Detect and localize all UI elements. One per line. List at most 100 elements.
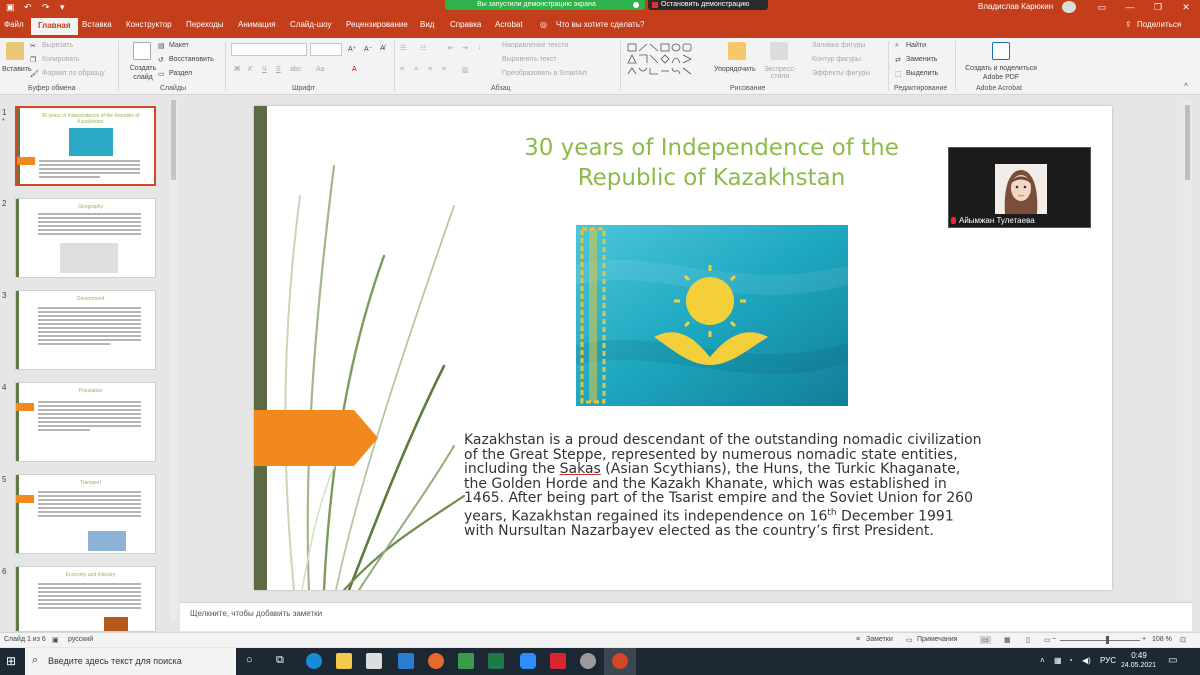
notes-toggle-button[interactable]: Заметки — [866, 636, 893, 643]
cortana-icon[interactable]: ○ — [246, 654, 253, 666]
tray-chevron-icon[interactable]: ˄ — [1040, 656, 1045, 665]
align-left-icon[interactable]: ≡ — [400, 66, 404, 73]
quick-styles-button[interactable]: Экспресс-стили — [762, 66, 798, 80]
mail-icon[interactable] — [398, 653, 414, 669]
file-explorer-icon[interactable] — [336, 653, 352, 669]
clear-format-icon[interactable]: A̸ — [380, 45, 385, 52]
close-icon[interactable]: ✕ — [1172, 0, 1200, 15]
account-name[interactable]: Владислав Карюкин — [978, 2, 1053, 11]
tab-design[interactable]: Конструктор — [126, 20, 172, 29]
thumbnail-slide-3[interactable]: Government — [15, 290, 156, 370]
bold-button[interactable]: Ж — [234, 66, 240, 73]
align-center-icon[interactable]: ≡ — [414, 66, 418, 73]
new-slide-icon[interactable] — [133, 42, 151, 60]
arrange-button[interactable]: Упорядочить — [714, 66, 756, 73]
restore-icon[interactable]: ❐ — [1144, 0, 1172, 15]
store-icon[interactable] — [366, 653, 382, 669]
language-indicator[interactable]: русский — [68, 636, 93, 643]
reading-view-icon[interactable]: ▯ — [1026, 636, 1030, 644]
replace-button[interactable]: Заменить — [906, 56, 937, 63]
shape-effects-button[interactable]: Эффекты фигуры — [812, 70, 870, 77]
increase-font-icon[interactable]: A⁺ — [348, 45, 356, 53]
tab-insert[interactable]: Вставка — [82, 20, 112, 29]
tab-animations[interactable]: Анимация — [238, 20, 276, 29]
minimize-icon[interactable]: — — [1116, 0, 1144, 15]
firefox-icon[interactable] — [428, 653, 444, 669]
tab-view[interactable]: Вид — [420, 20, 434, 29]
thumbnails-scrollbar[interactable] — [170, 100, 177, 620]
font-name-field[interactable] — [231, 43, 307, 56]
zoom-slider[interactable] — [1060, 640, 1140, 641]
italic-button[interactable]: К — [248, 66, 252, 73]
edge-icon[interactable] — [306, 653, 322, 669]
windows-start-icon[interactable]: ⊞ — [6, 654, 16, 668]
notes-pane[interactable]: Щелкните, чтобы добавить заметки — [180, 602, 1192, 631]
paste-button[interactable]: Вставить — [2, 66, 32, 73]
paste-icon[interactable] — [6, 42, 24, 60]
zoom-in-icon[interactable]: + — [1142, 636, 1146, 643]
scrollbar-thumb[interactable] — [1185, 105, 1190, 180]
copy-button[interactable]: Копировать — [42, 56, 80, 63]
zoom-app-icon[interactable] — [520, 653, 536, 669]
slide-scrollbar[interactable] — [1183, 100, 1192, 600]
input-language[interactable]: РУС — [1100, 656, 1116, 665]
spellcheck-icon[interactable]: ▣ — [52, 636, 59, 644]
align-text-button[interactable]: Выровнять текст — [502, 56, 557, 63]
notification-center-icon[interactable]: ▭ — [1168, 655, 1177, 666]
share-button[interactable]: Поделиться — [1137, 20, 1181, 29]
tab-help[interactable]: Справка — [450, 20, 481, 29]
spreadsheet-app-icon[interactable] — [458, 653, 474, 669]
tab-review[interactable]: Рецензирование — [346, 20, 408, 29]
quick-styles-icon[interactable] — [770, 42, 788, 60]
align-right-icon[interactable]: ≡ — [428, 66, 432, 73]
task-view-icon[interactable]: ⧉ — [276, 654, 284, 667]
tab-slideshow[interactable]: Слайд-шоу — [290, 20, 331, 29]
volume-icon[interactable]: ◀) — [1082, 656, 1091, 665]
ribbon-display-options-icon[interactable]: ▭ — [1088, 0, 1116, 15]
thumbnail-slide-2[interactable]: Geography — [15, 198, 156, 278]
powerpoint-task-active[interactable] — [604, 648, 636, 675]
convert-smartart-button[interactable]: Преобразовать в SmartArt — [502, 70, 587, 77]
save-icon[interactable]: ▣ — [6, 2, 15, 13]
tab-home[interactable]: Главная — [31, 18, 78, 35]
select-button[interactable]: Выделить — [906, 70, 938, 77]
columns-icon[interactable]: ▥ — [462, 66, 469, 74]
decrease-font-icon[interactable]: A⁻ — [364, 45, 372, 53]
line-spacing-icon[interactable]: ↕ — [478, 44, 482, 51]
slide-sorter-icon[interactable]: ▦ — [1004, 636, 1011, 644]
thumbnail-slide-1[interactable]: 30 years of Independence of the Republic… — [15, 106, 156, 186]
stop-sharing-button[interactable]: Остановить демонстрацию — [648, 0, 768, 10]
tab-file[interactable]: Файл — [4, 20, 24, 29]
numbering-icon[interactable]: ☷ — [420, 44, 426, 52]
justify-icon[interactable]: ≡ — [442, 66, 446, 73]
thumbnail-slide-4[interactable]: Population — [15, 382, 156, 462]
slideshow-view-icon[interactable]: ▭ — [1044, 636, 1051, 644]
video-participant-tile[interactable]: Айымжан Тулетаева — [948, 147, 1091, 228]
format-painter-button[interactable]: Формат по образцу — [42, 70, 105, 77]
find-button[interactable]: Найти — [906, 42, 926, 49]
decrease-indent-icon[interactable]: ⇤ — [448, 44, 454, 52]
slide-body-text[interactable]: Kazakhstan is a proud descendant of the … — [464, 433, 984, 538]
wifi-icon[interactable]: ◔ — [1068, 656, 1073, 665]
clock-date[interactable]: 24.05.2021 — [1121, 662, 1156, 669]
zoom-level[interactable]: 108 % — [1152, 636, 1172, 643]
normal-view-icon[interactable]: ▭ — [980, 636, 991, 644]
comments-toggle-button[interactable]: Примечания — [917, 636, 957, 643]
thumbnail-slide-5[interactable]: Transport — [15, 474, 156, 554]
avatar[interactable] — [1062, 1, 1076, 13]
increase-indent-icon[interactable]: ⇥ — [462, 44, 468, 52]
undo-icon[interactable]: ↶ — [24, 2, 32, 13]
shape-fill-button[interactable]: Заливка фигуры — [812, 42, 865, 49]
bullets-icon[interactable]: ☰ — [400, 44, 406, 52]
layout-button[interactable]: Макет — [169, 42, 189, 49]
tab-acrobat[interactable]: Acrobat — [495, 20, 523, 29]
font-color-icon[interactable]: A — [352, 66, 357, 73]
underline-button[interactable]: Ч — [262, 66, 267, 73]
network-icon[interactable]: ▦ — [1054, 656, 1062, 665]
font-size-field[interactable] — [310, 43, 342, 56]
thumbnail-slide-6[interactable]: Economy and Industry — [15, 566, 156, 632]
excel-icon[interactable] — [488, 653, 504, 669]
reset-button[interactable]: Восстановить — [169, 56, 214, 63]
customize-quick-access-icon[interactable]: ▾ — [60, 2, 65, 13]
shape-outline-button[interactable]: Контур фигуры — [812, 56, 861, 63]
